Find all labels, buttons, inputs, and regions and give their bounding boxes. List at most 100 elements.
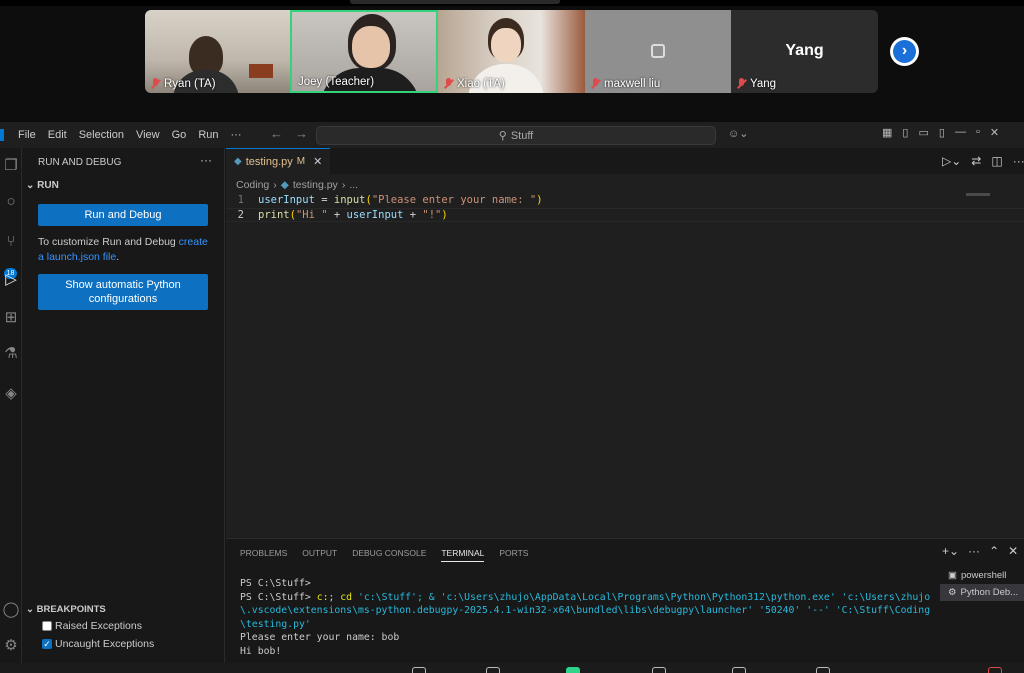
taskbar-app-icon[interactable] [486,667,500,673]
mic-muted-icon [591,78,600,90]
more-actions-icon[interactable]: ··· [200,153,212,167]
code-line[interactable]: 1 userInput = input("Please enter your n… [226,193,1024,208]
menu-edit[interactable]: Edit [48,129,67,141]
breakpoints-section-header[interactable]: ⌄ BREAKPOINTS [26,604,106,615]
breadcrumb-symbols[interactable]: ... [349,179,358,191]
code-line-current[interactable]: 2 print("Hi " + userInput + "!") [226,207,1024,222]
terminal-line: Please enter your name: bob [240,632,400,643]
breakpoint-uncaught-exceptions[interactable]: ✓ Uncaught Exceptions [42,638,154,650]
terminal-output[interactable]: PS C:\Stuff> PS C:\Stuff> c:; cd 'c:\Stuf… [240,577,938,658]
close-tab-icon[interactable]: ✕ [313,155,322,168]
run-section-header[interactable]: ⌄ RUN [26,180,59,191]
search-icon[interactable]: ○ [0,192,22,212]
menu-run[interactable]: Run [198,129,218,141]
back-arrow-icon[interactable]: ← [270,126,283,141]
new-terminal-icon[interactable]: +⌄ [942,544,959,558]
participant-name: Joey (Teacher) [298,76,375,88]
breakpoint-raised-exceptions[interactable]: Raised Exceptions [42,620,142,632]
explorer-icon[interactable]: ❐ [0,156,22,176]
meeting-control-notch[interactable] [350,0,560,4]
testing-icon[interactable]: ⚗ [0,344,22,364]
tab-debug-console[interactable]: DEBUG CONSOLE [352,548,426,562]
taskbar-app-icon[interactable] [732,667,746,673]
navigation-arrows: ← → [270,126,308,141]
run-python-file-icon[interactable]: ▷⌄ [942,154,961,168]
tab-ports[interactable]: PORTS [499,548,528,562]
line-number: 2 [237,208,244,221]
line-number: 1 [237,194,244,207]
toggle-sidebar-icon[interactable]: ▯ [902,126,908,139]
panel-actions: +⌄ ··· ⌃ ✕ [942,544,1018,558]
close-button[interactable]: ✕ [990,126,999,139]
remote-explorer-icon[interactable]: ◈ [0,384,22,404]
taskbar-app-icon[interactable] [988,667,1002,673]
modified-indicator: M [296,156,306,167]
participant-avatar-text: Yang [785,42,824,59]
participant-video [352,26,390,68]
vscode-logo-icon [0,129,4,141]
breadcrumb-folder[interactable]: Coding [236,179,269,191]
code-editor[interactable]: 1 userInput = input("Please enter your n… [226,193,1024,222]
customize-layout-icon[interactable]: ▦ [882,126,892,139]
breadcrumb-file[interactable]: testing.py [293,179,338,191]
run-debug-icon[interactable]: ▷ [0,270,22,290]
terminal-item-powershell[interactable]: ▣ powershell [940,567,1024,584]
mic-muted-icon [151,78,160,90]
checkbox-checked[interactable]: ✓ [42,639,52,649]
taskbar-app-icon[interactable] [412,667,426,673]
video-tile-joey[interactable]: Joey (Teacher) [290,10,438,93]
mic-muted-icon [737,78,746,90]
video-tile-yang[interactable]: Yang Yang [731,10,878,93]
video-tile-maxwell[interactable]: maxwell liu [585,10,731,93]
taskbar-app-icon[interactable] [566,667,580,673]
breadcrumb: Coding › ◆ testing.py › ... [236,179,358,191]
terminal-list: ▣ powershell ⚙ Python Deb... [940,567,1024,601]
video-tile-ryan[interactable]: Ryan (TA) [145,10,290,93]
taskbar-app-icon[interactable] [652,667,666,673]
forward-arrow-icon[interactable]: → [295,126,308,141]
background-decoration [249,64,273,78]
chevron-right-icon: › [893,40,916,63]
more-actions-icon[interactable]: ··· [968,544,980,558]
settings-gear-icon[interactable]: ⚙ [0,636,22,656]
taskbar-app-icon[interactable] [816,667,830,673]
next-participants-button[interactable]: › [890,37,919,66]
close-panel-icon[interactable]: ✕ [1008,544,1018,558]
minimap[interactable] [966,193,990,196]
participant-name: Yang [750,78,777,90]
python-file-icon: ◆ [234,156,242,167]
checkbox[interactable] [42,621,52,631]
menu-file[interactable]: File [18,129,36,141]
minimize-button[interactable]: — [955,126,966,139]
extensions-icon[interactable]: ⊞ [0,308,22,328]
workspace-name: Stuff [510,129,534,142]
tab-output[interactable]: OUTPUT [302,548,337,562]
tab-terminal[interactable]: TERMINAL [441,548,485,562]
toggle-panel-icon[interactable]: ▭ [918,126,928,139]
menu-go[interactable]: Go [172,129,187,141]
maximize-panel-icon[interactable]: ⌃ [989,544,999,558]
menu-more[interactable]: ··· [231,129,242,141]
command-center-search[interactable]: ⚲ Stuff [316,126,716,145]
video-tile-xiao[interactable]: Xiao (TA) [438,10,585,93]
toggle-secondary-sidebar-icon[interactable]: ▯ [939,126,945,139]
maximize-button[interactable]: ▫ [976,126,980,139]
editor-tabs: ◆ testing.py M ✕ ▷⌄ ⇄ ◫ ··· [226,148,1024,174]
tab-problems[interactable]: PROBLEMS [240,548,287,562]
copilot-icon[interactable]: ☺⌄ [728,127,748,140]
account-icon[interactable]: ◯ [0,600,22,620]
terminal-item-python-debug[interactable]: ⚙ Python Deb... [940,584,1024,601]
run-and-debug-button[interactable]: Run and Debug [38,204,208,226]
participant-name: Ryan (TA) [164,78,216,90]
chevron-down-icon: ⌄ [26,604,37,615]
layout-and-window-controls: ▦ ▯ ▭ ▯ — ▫ ✕ [882,126,999,139]
video-tiles: Ryan (TA) Joey (Teacher) Xiao (TA) maxwe… [145,10,878,93]
show-python-configurations-button[interactable]: Show automatic Python configurations [38,274,208,310]
source-control-icon[interactable]: ⑂ [0,232,22,252]
tab-testing-py[interactable]: ◆ testing.py M ✕ [226,148,330,174]
open-changes-icon[interactable]: ⇄ [971,154,981,168]
menu-selection[interactable]: Selection [79,129,124,141]
menu-view[interactable]: View [136,129,160,141]
split-editor-icon[interactable]: ◫ [991,154,1002,168]
more-actions-icon[interactable]: ··· [1013,154,1024,168]
